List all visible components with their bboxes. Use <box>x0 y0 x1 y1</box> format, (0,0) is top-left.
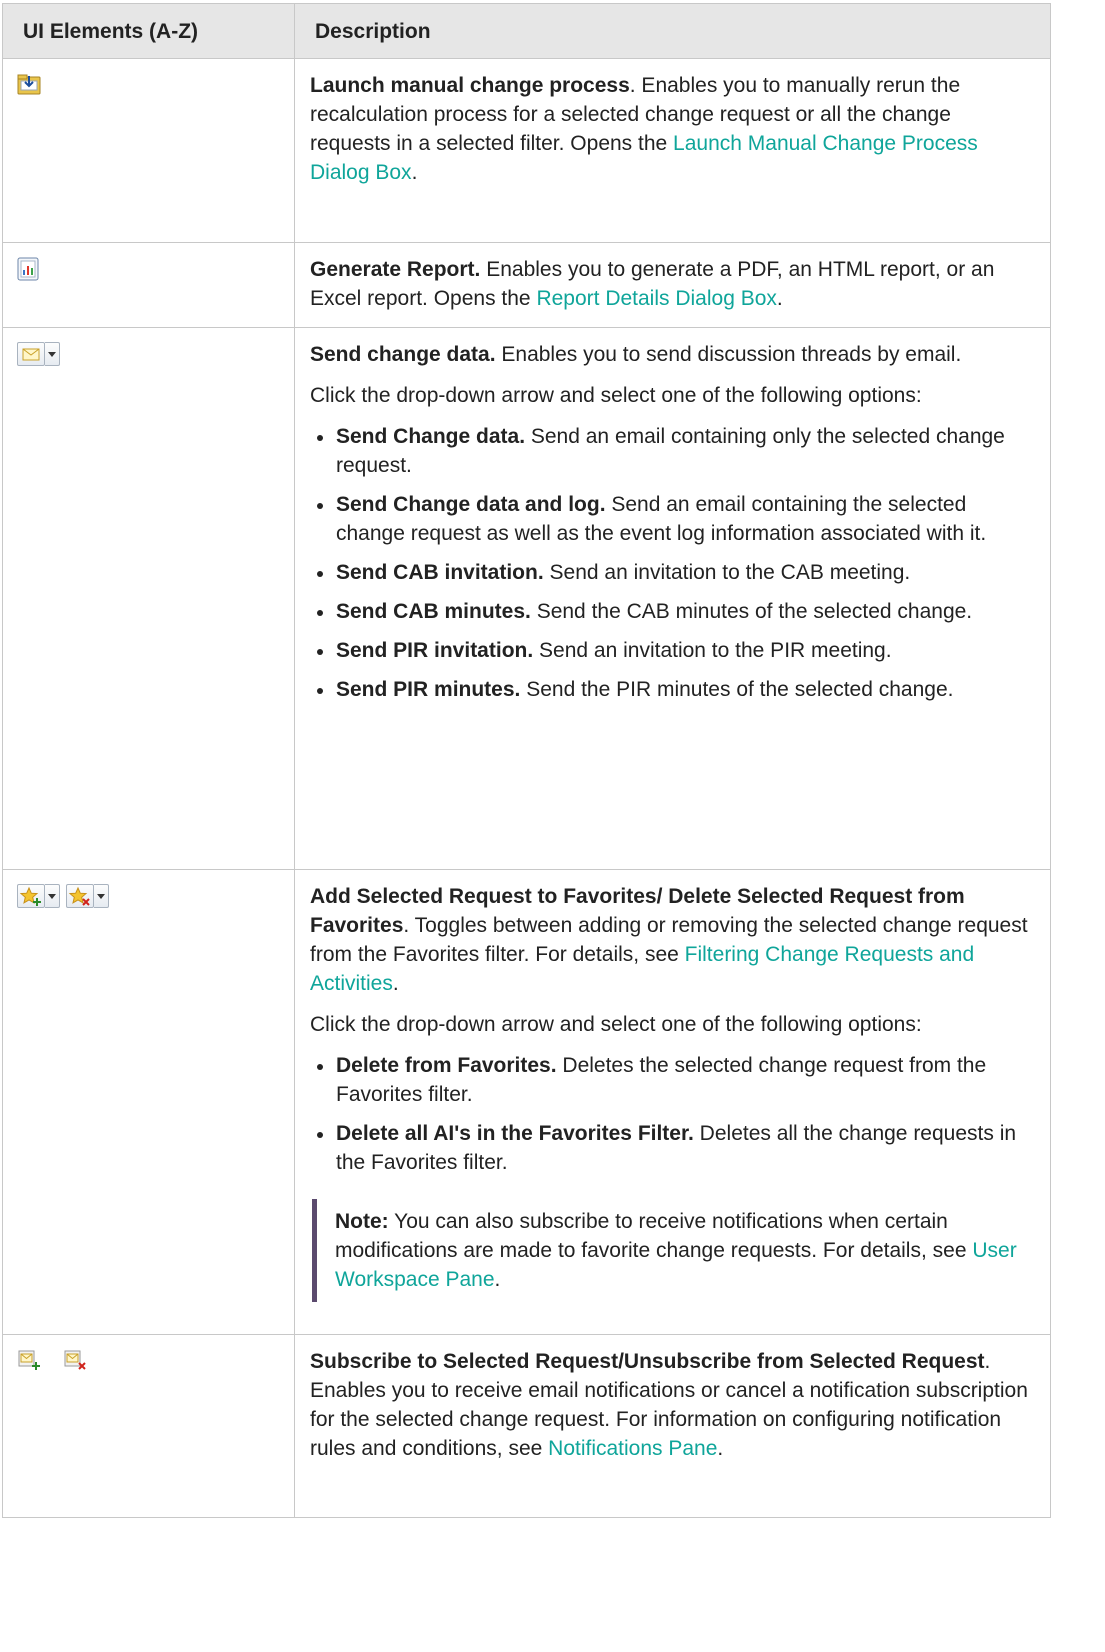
list-item: Send CAB invitation. Send an invitation … <box>310 558 1036 587</box>
icon-cell <box>2 58 295 243</box>
list-item: Send PIR minutes. Send the PIR minutes o… <box>310 675 1036 704</box>
icon-cell <box>2 242 295 328</box>
description-cell: Subscribe to Selected Request/Unsubscrib… <box>294 1334 1051 1518</box>
header-ui-elements: UI Elements (A-Z) <box>2 3 295 59</box>
table-row: Subscribe to Selected Request/Unsubscrib… <box>2 1334 1051 1518</box>
option-title: Send CAB minutes. <box>336 600 531 623</box>
options-intro: Click the drop-down arrow and select one… <box>310 384 922 407</box>
period: . <box>411 161 418 184</box>
icon-cell <box>2 327 295 870</box>
description-cell: Add Selected Request to Favorites/ Delet… <box>294 869 1051 1335</box>
description-body: Enables you to send discussion threads b… <box>495 343 962 366</box>
add-favorite-star-icon[interactable] <box>17 884 45 908</box>
list-item: Send CAB minutes. Send the CAB minutes o… <box>310 597 1036 626</box>
period: . <box>776 287 783 310</box>
subscribe-mail-icon[interactable] <box>17 1349 43 1379</box>
table-header-row: UI Elements (A-Z) Description <box>2 3 1051 59</box>
options-list: Send Change data. Send an email containi… <box>310 422 1036 704</box>
description-text: Generate Report. Enables you to generate… <box>310 255 1036 313</box>
note-box: Note: You can also subscribe to receive … <box>312 1199 1036 1302</box>
option-text: Send the CAB minutes of the selected cha… <box>530 600 973 623</box>
list-item: Send PIR invitation. Send an invitation … <box>310 636 1036 665</box>
envelope-icon[interactable] <box>17 342 45 366</box>
option-title: Send PIR invitation. <box>336 639 534 662</box>
description-text: Add Selected Request to Favorites/ Delet… <box>310 882 1036 998</box>
row-title: Generate Report. <box>310 258 481 281</box>
notifications-pane-link[interactable]: Notifications Pane <box>548 1437 717 1460</box>
table-row: Add Selected Request to Favorites/ Delet… <box>2 869 1051 1335</box>
header-description: Description <box>294 3 1051 59</box>
description-cell: Send change data. Enables you to send di… <box>294 327 1051 870</box>
note-label: Note: <box>335 1210 389 1233</box>
delete-favorite-star-icon[interactable] <box>66 884 94 908</box>
option-text: Send an invitation to the CAB meeting. <box>543 561 911 584</box>
table-row: Send change data. Enables you to send di… <box>2 327 1051 870</box>
icon-cell <box>2 869 295 1335</box>
launch-folder-icon[interactable] <box>17 73 41 101</box>
list-item: Delete from Favorites. Deletes the selec… <box>310 1051 1036 1109</box>
list-item: Send Change data. Send an email containi… <box>310 422 1036 480</box>
option-text: Send an invitation to the PIR meeting. <box>533 639 892 662</box>
option-title: Send PIR minutes. <box>336 678 521 701</box>
note-text: You can also subscribe to receive notifi… <box>335 1210 973 1262</box>
option-title: Delete from Favorites. <box>336 1054 557 1077</box>
row-title: Subscribe to Selected Request/Unsubscrib… <box>310 1350 985 1373</box>
list-item: Send Change data and log. Send an email … <box>310 490 1036 548</box>
description-text: Launch manual change process. Enables yo… <box>310 71 1036 187</box>
option-title: Send CAB invitation. <box>336 561 544 584</box>
option-title: Delete all AI's in the Favorites Filter. <box>336 1122 694 1145</box>
option-title: Send Change data and log. <box>336 493 606 516</box>
chevron-down-icon[interactable] <box>94 884 109 908</box>
table-row: Generate Report. Enables you to generate… <box>2 242 1051 328</box>
table-row: Launch manual change process. Enables yo… <box>2 58 1051 243</box>
list-item: Delete all AI's in the Favorites Filter.… <box>310 1119 1036 1177</box>
description-text: Subscribe to Selected Request/Unsubscrib… <box>310 1347 1036 1463</box>
report-chart-icon[interactable] <box>17 257 39 287</box>
description-cell: Launch manual change process. Enables yo… <box>294 58 1051 243</box>
report-details-link[interactable]: Report Details Dialog Box <box>536 287 776 310</box>
row-title: Launch manual change process <box>310 74 630 97</box>
options-intro: Click the drop-down arrow and select one… <box>310 1013 922 1036</box>
chevron-down-icon[interactable] <box>45 342 60 366</box>
description-text: Send change data. Enables you to send di… <box>310 340 1036 369</box>
period: . <box>392 972 399 995</box>
period: . <box>717 1437 724 1460</box>
ui-elements-table: UI Elements (A-Z) Description Launch man… <box>2 3 1051 1518</box>
icon-cell <box>2 1334 295 1518</box>
row-title: Send change data. <box>310 343 496 366</box>
options-list: Delete from Favorites. Deletes the selec… <box>310 1051 1036 1177</box>
option-text: Send the PIR minutes of the selected cha… <box>520 678 954 701</box>
period: . <box>494 1268 501 1291</box>
unsubscribe-mail-icon[interactable] <box>63 1349 89 1379</box>
description-cell: Generate Report. Enables you to generate… <box>294 242 1051 328</box>
option-title: Send Change data. <box>336 425 526 448</box>
chevron-down-icon[interactable] <box>45 884 60 908</box>
